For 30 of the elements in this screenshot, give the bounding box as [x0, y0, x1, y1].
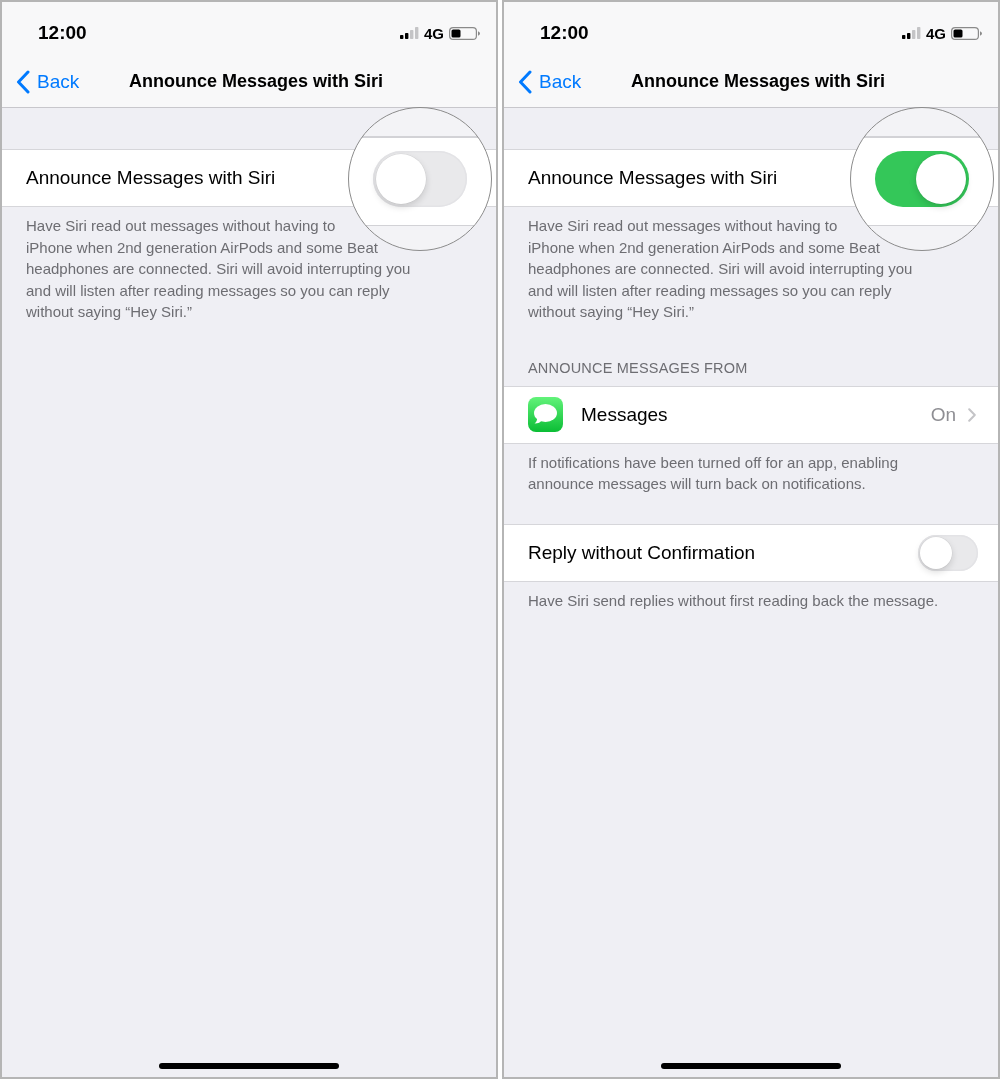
- message-app-icon: [528, 397, 563, 432]
- section-footer: If notifications have been turned off for an app, enabling announce messages will turn back on notifications.: [504, 443, 998, 499]
- row-label: Messages: [581, 403, 668, 426]
- chevron-left-icon: [16, 69, 30, 94]
- status-time: 12:00: [38, 22, 87, 44]
- settings-link-row[interactable]: Messages On: [504, 385, 998, 444]
- toggle-switch[interactable]: [875, 151, 969, 207]
- row-value: On: [930, 403, 956, 426]
- signal-icon: [400, 27, 419, 39]
- section-footer: Have Siri send replies without first reading back the message.: [504, 581, 998, 615]
- status-time: 12:00: [540, 22, 589, 44]
- chevron-left-icon: [518, 69, 532, 94]
- row-label: Announce Messages with Siri: [26, 167, 276, 189]
- row-label: Reply without Confirmation: [528, 541, 756, 564]
- back-button[interactable]: Back: [16, 69, 80, 94]
- network-label: 4G: [926, 24, 946, 42]
- battery-icon: [951, 26, 982, 40]
- battery-icon: [449, 26, 480, 40]
- chevron-right-icon: [968, 407, 976, 422]
- section-footer: Have Siri read out messages without having to iPhone when 2nd generation AirPods and some Beat headphones are connected. Siri will avoid interrupting you and will listen after reading messages so you can reply without saying “Hey Siri.”: [504, 207, 998, 327]
- section-header: ANNOUNCE MESSAGES FROM: [527, 358, 749, 378]
- toggle-switch[interactable]: [918, 534, 978, 571]
- signal-icon: [902, 27, 921, 39]
- toggle-switch[interactable]: [373, 151, 467, 207]
- row-label: Announce Messages with Siri: [528, 167, 778, 189]
- navigation-title: Announce Messages with Siri: [630, 71, 886, 92]
- navigation-title: Announce Messages with Siri: [128, 71, 384, 92]
- network-label: 4G: [424, 24, 444, 42]
- section-footer: Have Siri read out messages without having to iPhone when 2nd generation AirPods and some Beat headphones are connected. Siri will avoid interrupting you and will listen after reading messages so you can reply without saying “Hey Siri.”: [2, 207, 496, 327]
- back-button[interactable]: Back: [518, 69, 582, 94]
